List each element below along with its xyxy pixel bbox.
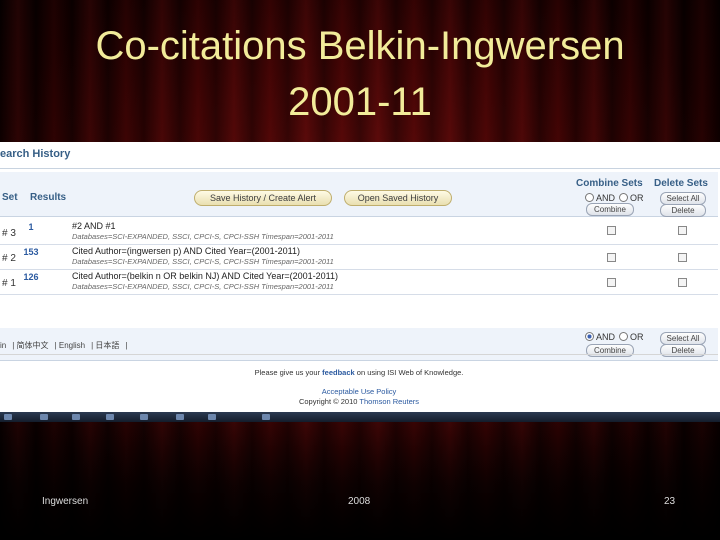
feedback-prefix: Please give us your	[254, 368, 323, 377]
taskbar	[0, 412, 720, 422]
language-bar: in | 简体中文 | English | 日本語 |	[0, 341, 128, 350]
column-header-combine: Combine Sets	[576, 178, 643, 189]
database-text: Databases=SCI-EXPANDED, SSCI, CPCI-S, CP…	[72, 232, 334, 241]
combine-checkbox[interactable]	[607, 278, 616, 287]
table-row: # 1 126 Cited Author=(belkin n OR belkin…	[0, 270, 718, 295]
database-text: Databases=SCI-EXPANDED, SSCI, CPCI-S, CP…	[72, 257, 334, 266]
taskbar-icon[interactable]	[40, 414, 48, 420]
taskbar-icon[interactable]	[4, 414, 12, 420]
column-header-results: Results	[30, 192, 67, 203]
slide-title-line-1: Co-citations Belkin-Ingwersen	[95, 24, 625, 68]
slide-title: Co-citations Belkin-Ingwersen 2001-11	[0, 18, 720, 130]
copyright-notice: Copyright © 2010 Thomson Reuters	[0, 397, 718, 406]
taskbar-icon[interactable]	[140, 414, 148, 420]
result-count-link[interactable]: 126	[0, 272, 62, 282]
language-link[interactable]: 日本語	[95, 341, 119, 350]
or-radio[interactable]: OR	[619, 193, 644, 203]
query-text: Cited Author=(belkin n OR belkin NJ) AND…	[72, 271, 338, 281]
search-history-table: Set Results Save History / Create Alert …	[0, 172, 718, 361]
delete-checkbox[interactable]	[678, 278, 687, 287]
search-history-screenshot: earch History Set Results Save History /…	[0, 142, 720, 422]
taskbar-icon[interactable]	[106, 414, 114, 420]
query-text: Cited Author=(ingwersen p) AND Cited Yea…	[72, 246, 300, 256]
and-radio[interactable]: AND	[585, 193, 615, 203]
column-header-delete: Delete Sets	[654, 178, 708, 189]
taskbar-icon[interactable]	[262, 414, 270, 420]
taskbar-icon[interactable]	[208, 414, 216, 420]
delete-button[interactable]: Delete	[660, 204, 706, 217]
database-text: Databases=SCI-EXPANDED, SSCI, CPCI-S, CP…	[72, 282, 334, 291]
copyright-prefix: Copyright © 2010	[298, 397, 360, 406]
query-text: #2 AND #1	[72, 221, 116, 231]
panel-title: earch History	[0, 148, 71, 160]
result-count-link[interactable]: 153	[0, 247, 62, 257]
taskbar-icon[interactable]	[72, 414, 80, 420]
combine-checkbox[interactable]	[607, 226, 616, 235]
combine-checkbox[interactable]	[607, 253, 616, 262]
language-link[interactable]: English	[59, 341, 85, 350]
copyright-owner: Thomson Reuters	[359, 397, 420, 406]
footer-author: Ingwersen	[42, 496, 89, 507]
table-row: # 2 153 Cited Author=(ingwersen p) AND C…	[0, 245, 718, 270]
delete-checkbox[interactable]	[678, 226, 687, 235]
table-row: # 3 1 #2 AND #1 Databases=SCI-EXPANDED, …	[0, 220, 718, 245]
save-history-button[interactable]: Save History / Create Alert	[194, 190, 332, 206]
and-radio-label: AND	[596, 193, 616, 203]
divider	[0, 354, 718, 355]
table-header: Set Results Save History / Create Alert …	[0, 172, 718, 217]
radio-circle-icon	[585, 193, 594, 202]
footer-year: 2008	[348, 496, 371, 507]
feedback-link[interactable]: feedback	[322, 368, 355, 377]
result-count-link[interactable]: 1	[0, 222, 62, 232]
acceptable-use-policy-link[interactable]: Acceptable Use Policy	[0, 387, 718, 396]
radio-circle-icon	[619, 193, 628, 202]
slide-title-line-2: 2001-11	[288, 80, 432, 124]
language-link[interactable]: 简体中文	[17, 341, 49, 350]
panel-header: earch History	[0, 142, 720, 169]
or-radio-label: OR	[630, 193, 644, 203]
footer-page-number: 23	[664, 496, 676, 507]
open-saved-history-button[interactable]: Open Saved History	[344, 190, 452, 206]
delete-checkbox[interactable]	[678, 253, 687, 262]
feedback-suffix: on using ISI Web of Knowledge.	[354, 368, 464, 377]
column-header-set: Set	[2, 192, 18, 203]
combine-button[interactable]: Combine	[586, 203, 634, 216]
language-link[interactable]: in	[0, 341, 6, 350]
taskbar-icon[interactable]	[176, 414, 184, 420]
feedback-notice: Please give us your feedback on using IS…	[0, 368, 718, 377]
